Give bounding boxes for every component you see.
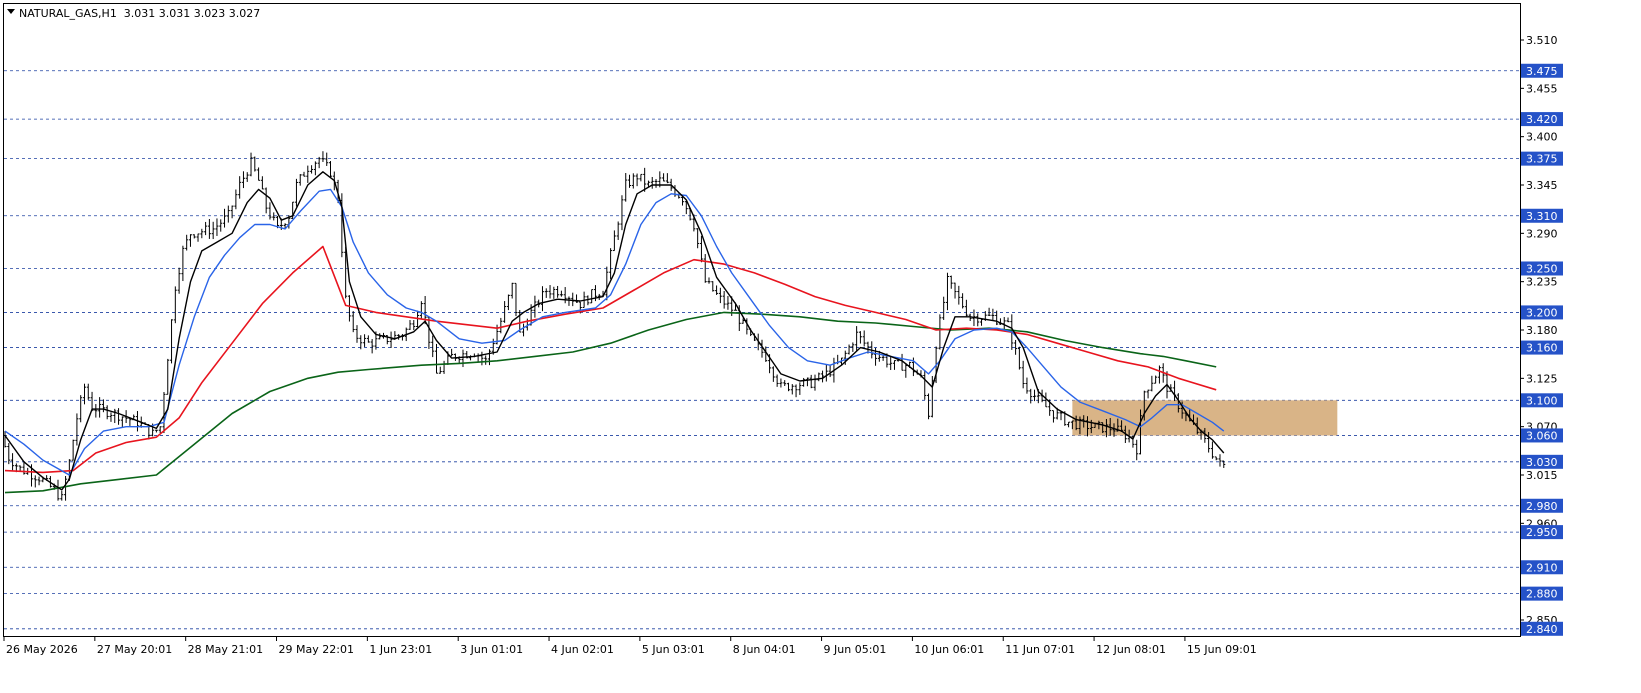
- time-tick-label: 27 May 20:01: [97, 643, 172, 656]
- time-tick-label: 15 Jun 09:01: [1187, 643, 1257, 656]
- time-tick-label: 8 Jun 04:01: [733, 643, 796, 656]
- level-price-label: 3.250: [1526, 262, 1558, 275]
- level-price-label: 2.880: [1526, 588, 1558, 601]
- price-tick-label: 3.510: [1526, 34, 1558, 47]
- level-price-label: 3.310: [1526, 210, 1558, 223]
- chart-header: NATURAL_GAS,H1 3.031 3.031 3.023 3.027: [7, 7, 260, 20]
- time-tick-label: 9 Jun 05:01: [824, 643, 887, 656]
- level-price-label: 3.475: [1526, 65, 1558, 78]
- time-tick-label: 1 Jun 23:01: [369, 643, 432, 656]
- time-tick-label: 12 Jun 08:01: [1096, 643, 1166, 656]
- time-tick-label: 26 May 2026: [6, 643, 78, 656]
- time-tick-label: 11 Jun 07:01: [1005, 643, 1075, 656]
- level-price-label: 3.160: [1526, 342, 1558, 355]
- price-tick-label: 3.345: [1526, 179, 1558, 192]
- level-price-label: 2.910: [1526, 561, 1558, 574]
- price-chart[interactable]: 3.510 3.455 3.400 3.345 3.290 3.235 3.180 3.125…: [0, 0, 1641, 693]
- level-price-label: 3.100: [1526, 394, 1558, 407]
- chart-background: [0, 0, 1641, 693]
- time-tick-label: 28 May 21:01: [188, 643, 263, 656]
- level-price-label: 3.060: [1526, 429, 1558, 442]
- level-price-label: 3.030: [1526, 456, 1558, 469]
- price-tick-label: 3.400: [1526, 131, 1558, 144]
- level-price-label: 3.420: [1526, 113, 1558, 126]
- level-price-label: 3.200: [1526, 306, 1558, 319]
- time-tick-label: 3 Jun 01:01: [460, 643, 523, 656]
- price-tick-label: 3.015: [1526, 469, 1558, 482]
- time-tick-label: 4 Jun 02:01: [551, 643, 614, 656]
- price-tick-label: 3.290: [1526, 227, 1558, 240]
- level-price-label: 2.840: [1526, 623, 1558, 636]
- price-tick-label: 3.180: [1526, 324, 1558, 337]
- level-price-label: 2.950: [1526, 526, 1558, 539]
- level-price-label: 3.375: [1526, 153, 1558, 166]
- chart-header-label: NATURAL_GAS,H1 3.031 3.031 3.023 3.027: [19, 7, 260, 20]
- time-tick-label: 5 Jun 03:01: [642, 643, 705, 656]
- price-tick-label: 3.455: [1526, 82, 1558, 95]
- price-tick-label: 3.235: [1526, 276, 1558, 289]
- time-tick-label: 29 May 22:01: [279, 643, 354, 656]
- time-tick-label: 10 Jun 06:01: [914, 643, 984, 656]
- price-tick-label: 3.125: [1526, 372, 1558, 385]
- level-price-label: 2.980: [1526, 500, 1558, 513]
